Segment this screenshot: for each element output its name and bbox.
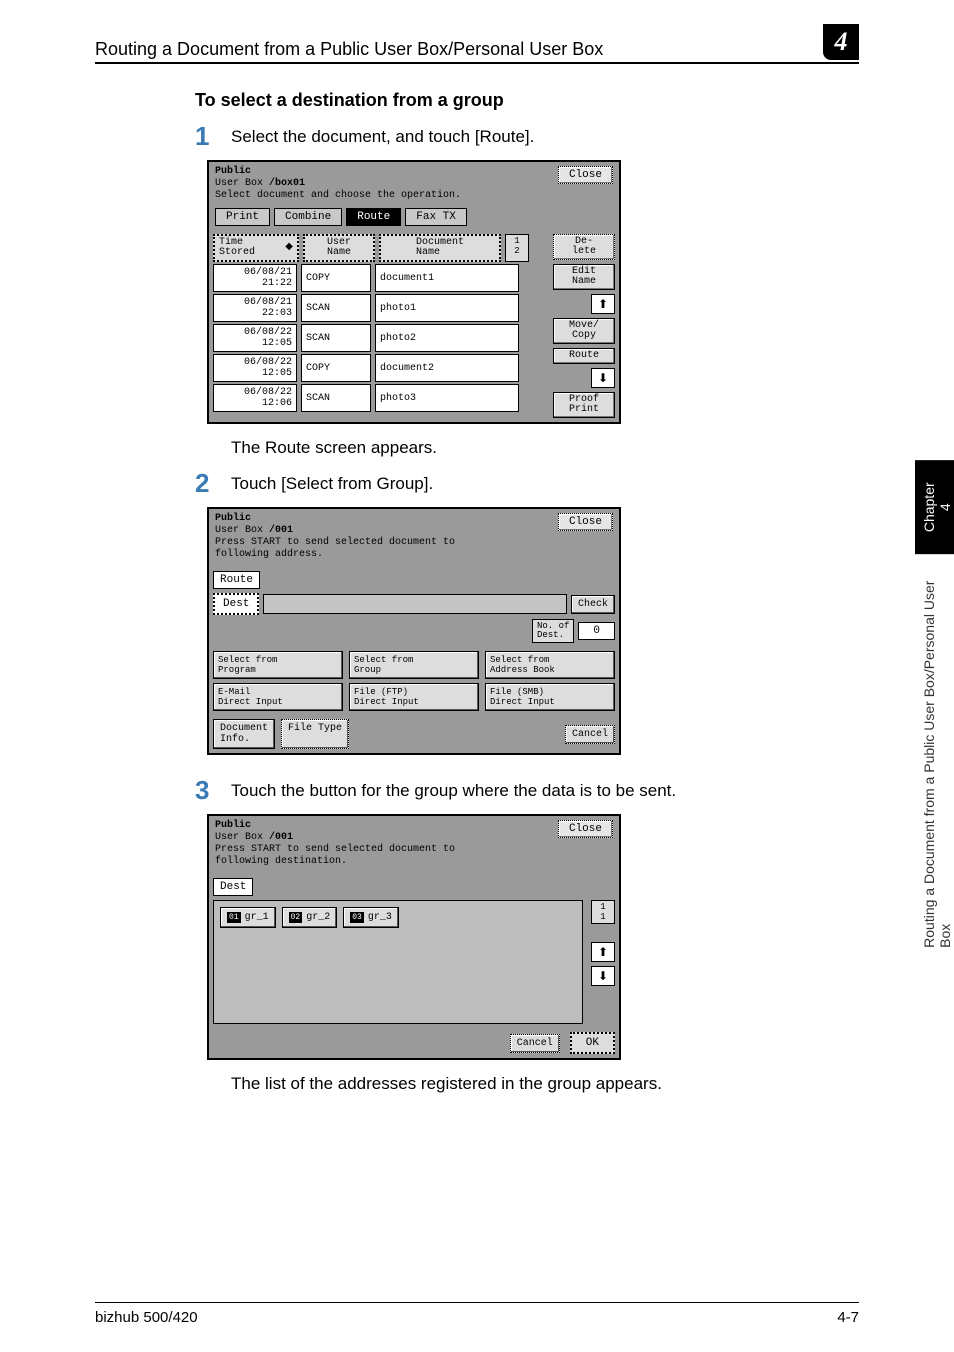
chapter-badge: 4 xyxy=(823,24,859,60)
num-dest-value: 0 xyxy=(578,622,615,640)
screen3-boxid: /001 xyxy=(269,832,293,843)
scroll-up-icon[interactable]: ⬆ xyxy=(591,294,615,314)
table-row[interactable]: 06/08/22 12:05SCANphoto2 xyxy=(213,324,547,352)
tab-print[interactable]: Print xyxy=(215,208,270,226)
cancel-button[interactable]: Cancel xyxy=(565,725,615,744)
dest-label: Dest xyxy=(213,878,253,896)
footer-right: 4-7 xyxy=(837,1309,859,1326)
tab-fax[interactable]: Fax TX xyxy=(405,208,467,226)
scroll-down-icon[interactable]: ⬇ xyxy=(591,368,615,388)
screen3-subtitle: Press START to send selected document to… xyxy=(215,844,455,867)
table-row[interactable]: 06/08/21 21:22COPYdocument1 xyxy=(213,264,547,292)
screen3-title1: Public xyxy=(215,820,251,831)
file-type-button[interactable]: File Type xyxy=(281,719,349,749)
side-tab-title: Routing a Document from a Public User Bo… xyxy=(919,562,954,960)
screen2-title1: Public xyxy=(215,513,251,524)
email-direct-input-button[interactable]: E-Mail Direct Input xyxy=(213,683,343,711)
close-button[interactable]: Close xyxy=(558,166,613,184)
document-info-button[interactable]: Document Info. xyxy=(213,719,275,749)
delete-button[interactable]: De- lete xyxy=(553,234,615,260)
screenshot-group-select: Public User Box /001 Press START to send… xyxy=(207,814,621,1060)
after-step3-text: The list of the addresses registered in … xyxy=(231,1074,859,1094)
edit-name-button[interactable]: Edit Name xyxy=(553,264,615,290)
section-heading: To select a destination from a group xyxy=(195,90,859,111)
step-number-2: 2 xyxy=(195,468,231,499)
group-button-3[interactable]: 03gr_3 xyxy=(343,907,399,928)
route-button[interactable]: Route xyxy=(553,348,615,364)
group-num: 02 xyxy=(289,912,303,923)
close-button[interactable]: Close xyxy=(558,820,613,838)
move-copy-button[interactable]: Move/ Copy xyxy=(553,318,615,344)
table-row[interactable]: 06/08/21 22:03SCANphoto1 xyxy=(213,294,547,322)
side-tab-chapter: Chapter 4 xyxy=(915,460,954,554)
page-indicator: 1 1 xyxy=(591,900,615,924)
step-number-1: 1 xyxy=(195,121,231,152)
table-row[interactable]: 06/08/22 12:06SCANphoto3 xyxy=(213,384,547,412)
screen1-title2: User Box xyxy=(215,178,263,189)
check-button[interactable]: Check xyxy=(571,595,615,614)
screen2-title2: User Box xyxy=(215,525,263,536)
cancel-button[interactable]: Cancel xyxy=(510,1034,560,1053)
header-rule xyxy=(95,62,859,64)
file-smb-direct-input-button[interactable]: File (SMB) Direct Input xyxy=(485,683,615,711)
screenshot-route: Public User Box /001 Press START to send… xyxy=(207,507,621,755)
select-from-address-book-button[interactable]: Select from Address Book xyxy=(485,651,615,679)
screen1-subtitle: Select document and choose the operation… xyxy=(215,190,461,201)
screen2-boxid: /001 xyxy=(269,525,293,536)
step-text-1: Select the document, and touch [Route]. xyxy=(231,121,534,147)
tab-combine[interactable]: Combine xyxy=(274,208,342,226)
dest-label: Dest xyxy=(213,593,259,615)
group-num: 03 xyxy=(350,912,364,923)
screen2-subtitle: Press START to send selected document to… xyxy=(215,537,455,560)
ok-button[interactable]: OK xyxy=(570,1032,615,1054)
select-from-program-button[interactable]: Select from Program xyxy=(213,651,343,679)
close-button[interactable]: Close xyxy=(558,513,613,531)
page-indicator: 1 2 xyxy=(505,234,529,262)
step-text-3: Touch the button for the group where the… xyxy=(231,775,676,801)
file-ftp-direct-input-button[interactable]: File (FTP) Direct Input xyxy=(349,683,479,711)
dest-field xyxy=(263,594,567,614)
table-row[interactable]: 06/08/22 12:05COPYdocument2 xyxy=(213,354,547,382)
num-dest-label: No. of Dest. xyxy=(532,619,574,643)
group-button-2[interactable]: 02gr_2 xyxy=(282,907,338,928)
after-step1-text: The Route screen appears. xyxy=(231,438,859,458)
col-time[interactable]: Time Stored xyxy=(219,238,255,258)
tab-route[interactable]: Route xyxy=(346,208,401,226)
screen1-boxid: /box01 xyxy=(269,178,305,189)
page-header: Routing a Document from a Public User Bo… xyxy=(95,39,823,60)
step-number-3: 3 xyxy=(195,775,231,806)
route-label: Route xyxy=(213,571,260,589)
select-from-group-button[interactable]: Select from Group xyxy=(349,651,479,679)
col-user[interactable]: User Name xyxy=(303,234,375,262)
screen3-title2: User Box xyxy=(215,832,263,843)
footer-left: bizhub 500/420 xyxy=(95,1309,198,1326)
group-num: 01 xyxy=(227,912,241,923)
scroll-down-icon[interactable]: ⬇ xyxy=(591,966,615,986)
screen1-title1: Public xyxy=(215,166,251,177)
scroll-up-icon[interactable]: ⬆ xyxy=(591,942,615,962)
sort-icon[interactable]: ◆ xyxy=(285,243,293,253)
col-doc[interactable]: Document Name xyxy=(379,234,501,262)
step-text-2: Touch [Select from Group]. xyxy=(231,468,433,494)
group-button-1[interactable]: 01gr_1 xyxy=(220,907,276,928)
proof-print-button[interactable]: Proof Print xyxy=(553,392,615,418)
screenshot-box-list: Public User Box /box01 Select document a… xyxy=(207,160,621,424)
